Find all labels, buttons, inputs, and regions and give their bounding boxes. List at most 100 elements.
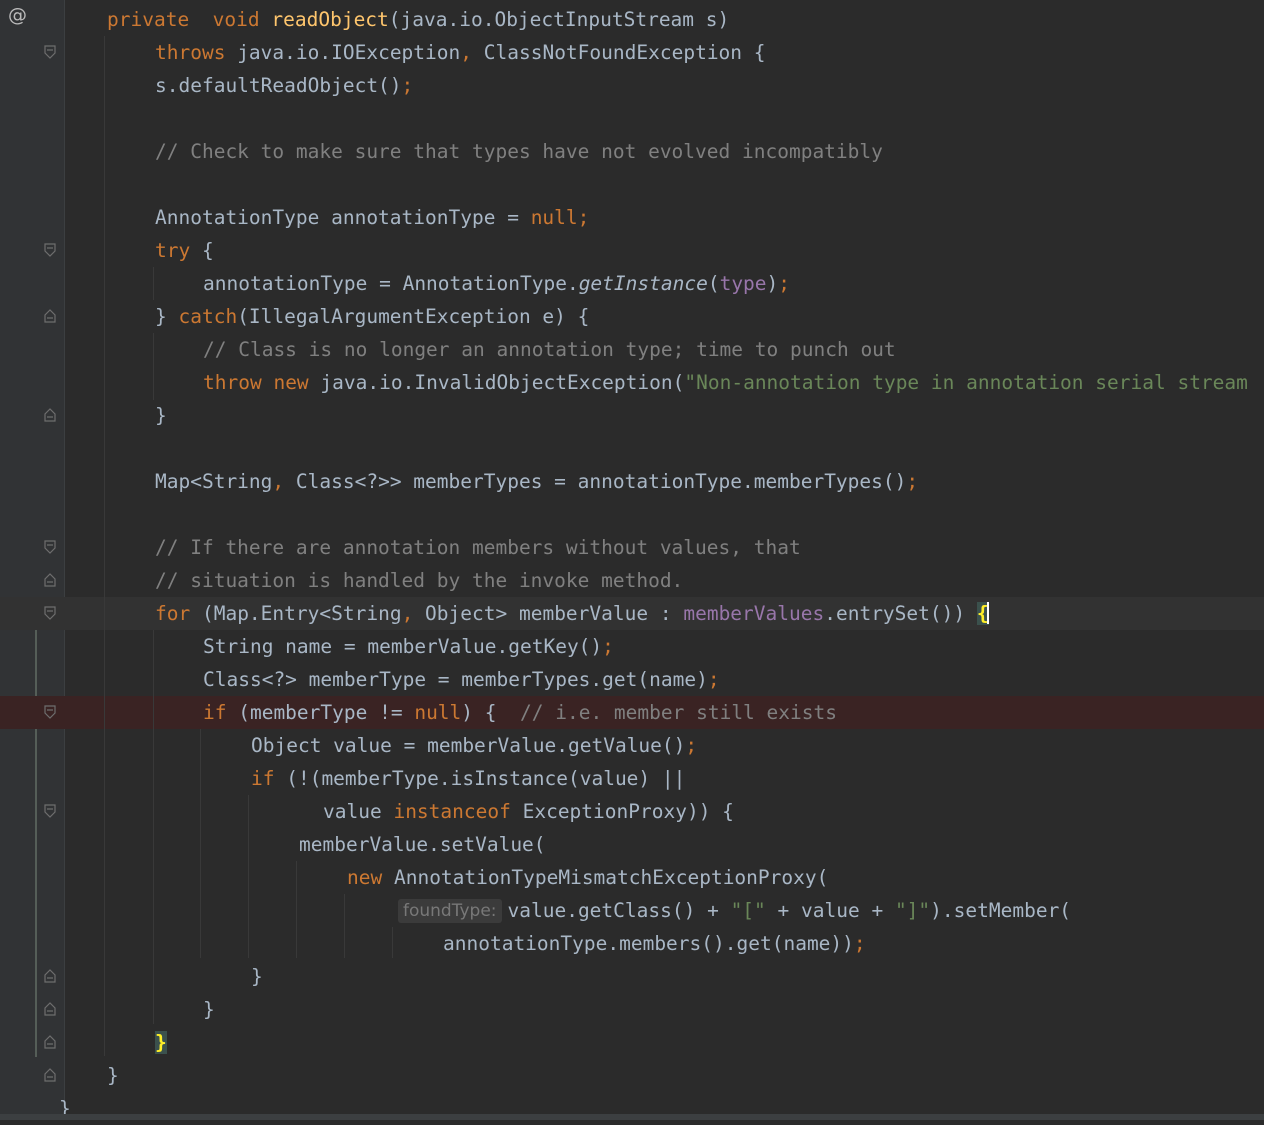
code-line[interactable]: memberValue.setValue( [0, 828, 1264, 861]
code-line[interactable]: } [0, 1026, 1264, 1059]
fold-end-icon[interactable] [44, 408, 56, 422]
code-text: // Check to make sure that types have no… [155, 135, 883, 168]
code-line[interactable] [0, 498, 1264, 531]
code-line[interactable]: private void readObject(java.io.ObjectIn… [0, 3, 1264, 36]
code-token: } [107, 1064, 119, 1087]
code-token: throws [155, 41, 226, 64]
code-token: Object value = memberValue.getValue() [251, 734, 686, 757]
fold-end-icon[interactable] [44, 969, 56, 983]
code-token: getInstance [578, 272, 708, 295]
code-token: catch [178, 305, 238, 328]
code-line[interactable]: String name = memberValue.getKey(); [0, 630, 1264, 663]
fold-end-icon[interactable] [44, 1068, 56, 1082]
code-token: ExceptionProxy)) { [510, 800, 734, 823]
code-token: value.getClass() + [507, 899, 731, 922]
code-line[interactable]: new AnnotationTypeMismatchExceptionProxy… [0, 861, 1264, 894]
code-editor[interactable]: @ private void readObject(java.io.Object… [0, 0, 1264, 1120]
code-token: // Check to make sure that types have no… [155, 140, 883, 163]
code-line[interactable]: for (Map.Entry<String, Object> memberVal… [0, 597, 1264, 630]
code-text: throw new java.io.InvalidObjectException… [203, 366, 1248, 399]
code-token: ) [766, 272, 779, 295]
code-line[interactable]: Map<String, Class<?>> memberTypes = anno… [0, 465, 1264, 498]
code-line[interactable]: } [0, 399, 1264, 432]
fold-collapse-icon[interactable] [44, 804, 56, 818]
code-line[interactable]: // Check to make sure that types have no… [0, 135, 1264, 168]
code-token: , [460, 41, 473, 64]
code-token: java.io.InvalidObjectException( [308, 371, 685, 394]
fold-end-icon[interactable] [44, 1035, 56, 1049]
code-text: // Class is no longer an annotation type… [203, 333, 896, 366]
code-token: throw [203, 371, 262, 394]
code-line[interactable]: } [0, 993, 1264, 1026]
code-text: if (!(memberType.isInstance(value) || [251, 762, 685, 795]
code-token: annotationType = AnnotationType. [203, 272, 579, 295]
code-line[interactable]: // Class is no longer an annotation type… [0, 333, 1264, 366]
code-line[interactable]: annotationType.members().get(name)); [0, 927, 1264, 960]
code-line[interactable]: if (!(memberType.isInstance(value) || [0, 762, 1264, 795]
code-token: ; [401, 74, 414, 97]
code-token: ; [853, 932, 866, 955]
code-token: (!(memberType.isInstance(value) || [274, 767, 686, 790]
code-line[interactable]: s.defaultReadObject(); [0, 69, 1264, 102]
code-line[interactable]: throw new java.io.InvalidObjectException… [0, 366, 1264, 399]
code-line[interactable]: value instanceof ExceptionProxy)) { [0, 795, 1264, 828]
code-line[interactable]: // situation is handled by the invoke me… [0, 564, 1264, 597]
code-line[interactable]: } [0, 960, 1264, 993]
fold-collapse-icon[interactable] [44, 606, 56, 620]
code-line[interactable]: } catch(IllegalArgumentException e) { [0, 300, 1264, 333]
code-token: private [107, 8, 190, 31]
code-text: } [203, 993, 215, 1026]
code-token: "]" [894, 899, 931, 922]
fold-end-icon[interactable] [44, 1002, 56, 1016]
code-token: { [190, 239, 214, 262]
indent-guide [153, 267, 154, 300]
code-line[interactable]: try { [0, 234, 1264, 267]
code-line[interactable]: if (memberType != null) { // i.e. member… [0, 696, 1264, 729]
code-text: } [155, 1026, 167, 1059]
indent-guide [392, 927, 393, 958]
code-token: ; [906, 470, 919, 493]
fold-collapse-icon[interactable] [44, 705, 56, 719]
code-token: } [251, 965, 263, 988]
code-token: Object> memberValue : [413, 602, 684, 625]
code-token: "Non-annotation type in annotation seria… [684, 371, 1248, 394]
code-token: s.defaultReadObject() [155, 74, 402, 97]
fold-collapse-icon[interactable] [44, 540, 56, 554]
code-line[interactable] [0, 432, 1264, 465]
code-text: memberValue.setValue( [299, 828, 546, 861]
code-line[interactable] [0, 102, 1264, 135]
code-line[interactable]: throws java.io.IOException, ClassNotFoun… [0, 36, 1264, 69]
code-text: } [107, 1059, 119, 1092]
fold-end-icon[interactable] [44, 573, 56, 587]
code-token: // Class is no longer an annotation type… [203, 338, 896, 361]
code-line[interactable] [0, 168, 1264, 201]
code-text: private void readObject(java.io.ObjectIn… [107, 3, 729, 36]
indent-guide [153, 630, 154, 1024]
code-line[interactable]: annotationType = AnnotationType.getInsta… [0, 267, 1264, 300]
code-line[interactable]: Class<?> memberType = memberTypes.get(na… [0, 663, 1264, 696]
parameter-hint: foundType: [398, 899, 502, 923]
code-token: ; [707, 668, 720, 691]
code-line[interactable]: } [0, 1092, 1264, 1125]
code-token: Map<String [155, 470, 273, 493]
indent-guide [344, 894, 345, 958]
code-line[interactable]: // If there are annotation members witho… [0, 531, 1264, 564]
code-token: new [273, 371, 309, 394]
code-line[interactable]: } [0, 1059, 1264, 1092]
code-token: annotationType.members().get(name)) [443, 932, 854, 955]
code-token: ; [685, 734, 698, 757]
fold-collapse-icon[interactable] [44, 45, 56, 59]
code-text: AnnotationType annotationType = null; [155, 201, 589, 234]
code-token: } [155, 305, 179, 328]
code-line[interactable]: AnnotationType annotationType = null; [0, 201, 1264, 234]
indent-guide [104, 36, 105, 1056]
fold-collapse-icon[interactable] [44, 243, 56, 257]
horizontal-scrollbar[interactable] [0, 1114, 1264, 1120]
fold-end-icon[interactable] [44, 309, 56, 323]
code-line[interactable]: foundType: value.getClass() + "[" + value… [0, 894, 1264, 927]
code-text: annotationType.members().get(name)); [443, 927, 866, 960]
matched-brace: } [155, 1031, 167, 1054]
code-line[interactable]: Object value = memberValue.getValue(); [0, 729, 1264, 762]
